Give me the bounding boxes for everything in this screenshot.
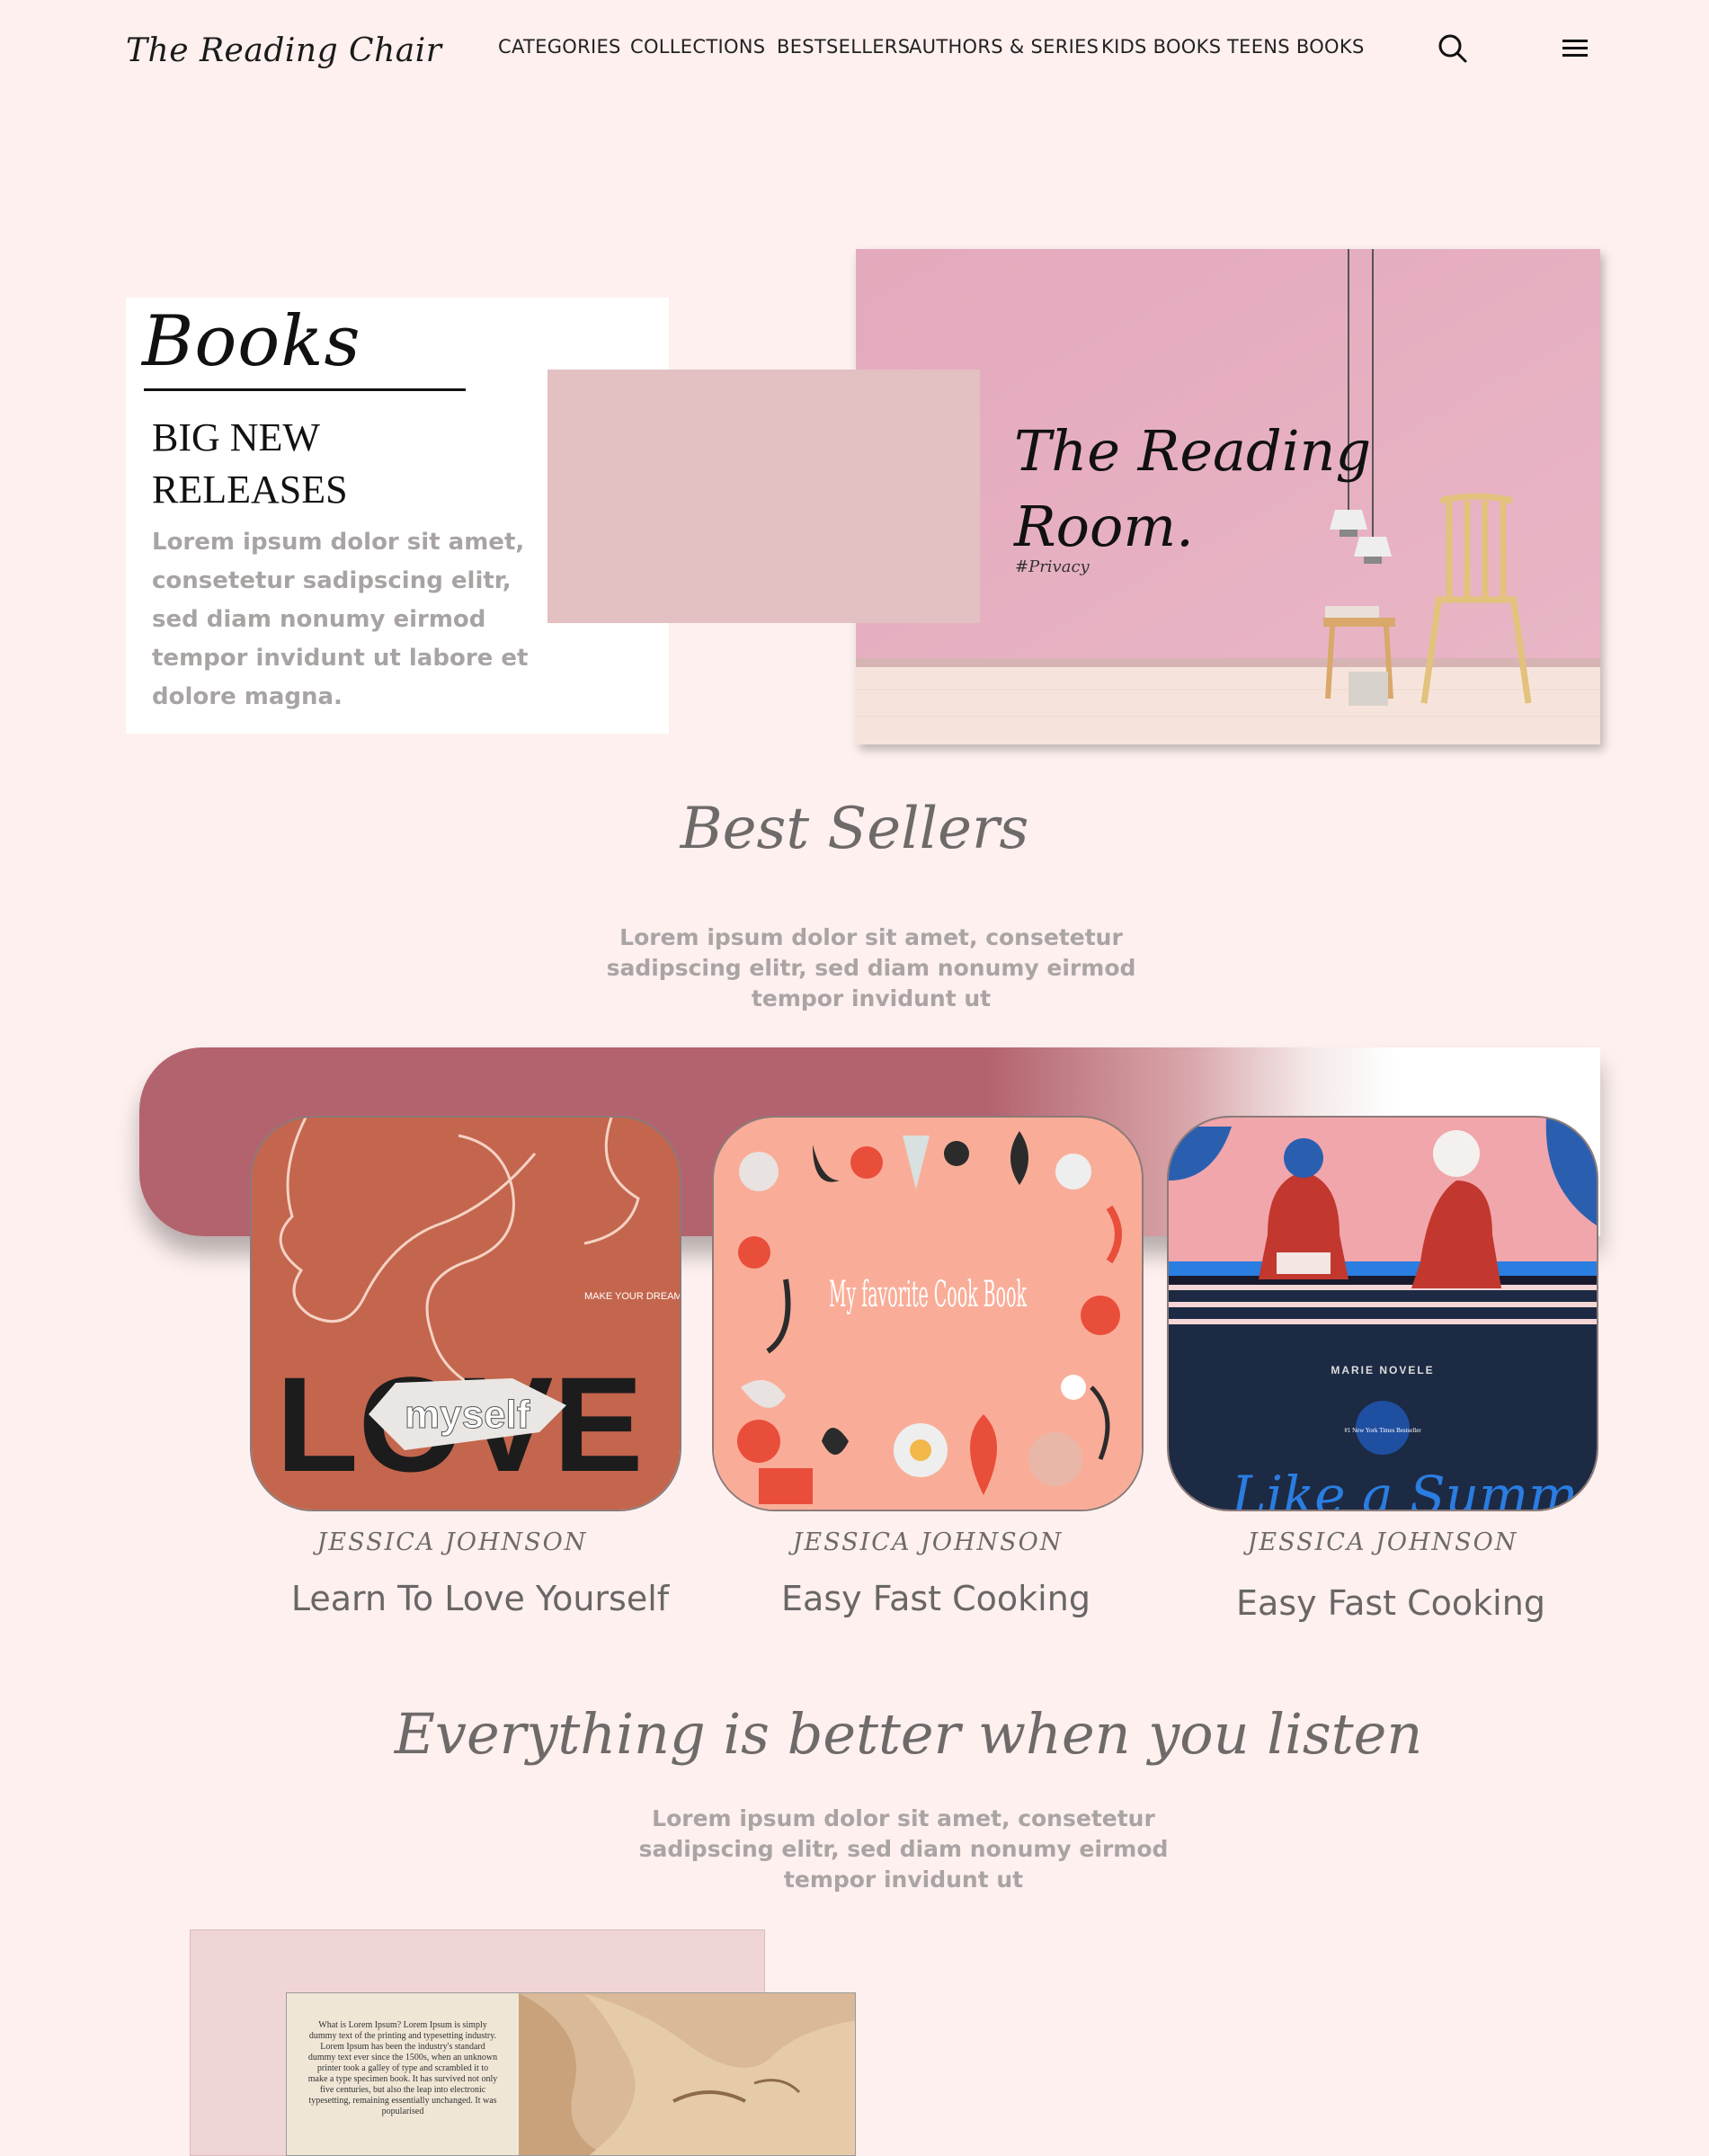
search-icon[interactable] (1437, 32, 1469, 65)
hamburger-menu-icon[interactable] (1561, 36, 1591, 61)
book-3-title[interactable]: Easy Fast Cooking (1166, 1583, 1616, 1623)
listen-title: Everything is better when you listen (394, 1701, 1423, 1767)
hero-title: Books (142, 301, 361, 382)
room-title: The Reading Room. (1014, 418, 1372, 559)
bestsellers-text: Lorem ipsum dolor sit amet, consetetur s… (606, 924, 1136, 1011)
cover-badge: #1 New York Times Bestseller (1344, 1427, 1421, 1434)
nav-bestsellers[interactable]: BESTSELLERS (777, 36, 910, 58)
nav-authors-series[interactable]: AUTHORS & SERIES (909, 36, 1099, 58)
book-page-text: What is Lorem Ipsum? Lorem Ipsum is simp… (307, 2020, 498, 2116)
hero-subtitle: BIG NEW RELEASES (152, 415, 348, 512)
nav-kids-books[interactable]: KIDS BOOKS (1101, 36, 1221, 58)
book-1-title[interactable]: Learn To Love Yourself (255, 1579, 705, 1618)
cover-big-text: My favorite Cook Book (829, 1274, 1027, 1315)
bestsellers-title: Best Sellers (680, 796, 1029, 862)
site-logo[interactable]: The Reading Chair (126, 32, 441, 69)
hero-divider (144, 388, 466, 391)
book-cover-love-yourself[interactable]: LOVE myself MAKE YOUR DREAMS COME TRUE (250, 1116, 681, 1511)
cover-tag-text: MAKE YOUR DREAMS COME TRUE (584, 1291, 680, 1302)
book-3-author: JESSICA JOHNSON (1247, 1528, 1518, 1556)
listen-image: What is Lorem Ipsum? Lorem Ipsum is simp… (286, 1992, 856, 2156)
book-2-title[interactable]: Easy Fast Cooking (711, 1579, 1161, 1618)
book-cover-cook-book[interactable]: My favorite Cook Book (712, 1116, 1144, 1511)
cover-big-text: Like a Summer (1231, 1465, 1597, 1510)
hero-accent-block (547, 370, 980, 623)
room-hashtag: #Privacy (1015, 557, 1090, 576)
hero-body-text: Lorem ipsum dolor sit amet, consetetur s… (152, 529, 529, 710)
book-1-author: JESSICA JOHNSON (316, 1528, 588, 1556)
nav-teens-books[interactable]: TEENS BOOKS (1227, 36, 1365, 58)
nav-categories[interactable]: CATEGORIES (498, 36, 621, 58)
cover-author: MARIE NOVELE (1331, 1364, 1434, 1376)
nav-collections[interactable]: COLLECTIONS (630, 36, 765, 58)
cover-small-text: myself (405, 1393, 530, 1437)
book-2-author: JESSICA JOHNSON (792, 1528, 1064, 1556)
listen-text: Lorem ipsum dolor sit amet, consetetur s… (638, 1805, 1169, 1893)
book-cover-summer[interactable]: MARIE NOVELE #1 New York Times Bestselle… (1167, 1116, 1598, 1511)
